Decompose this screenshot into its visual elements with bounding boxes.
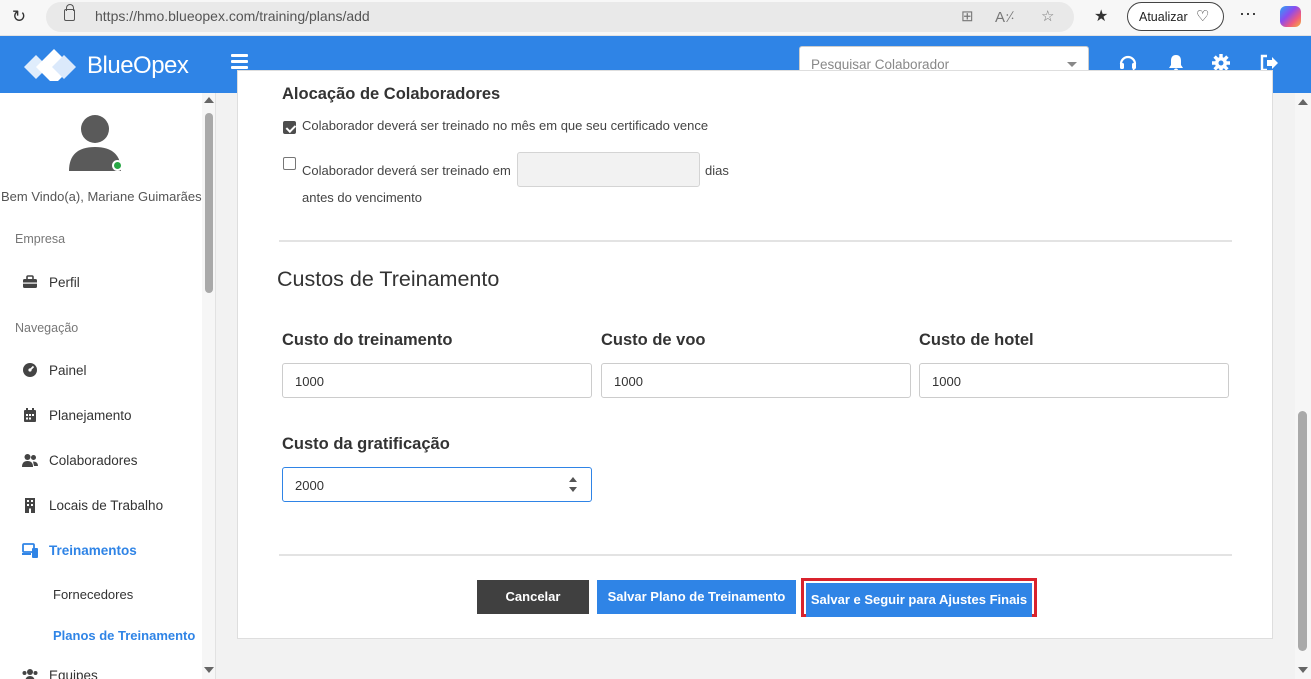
days-before-label-line2: antes do vencimento — [302, 190, 422, 205]
save-and-continue-button[interactable]: Salvar e Seguir para Ajustes Finais — [806, 583, 1032, 617]
team-icon — [22, 669, 38, 679]
address-bar[interactable]: https://hmo.blueopex.com/training/plans/… — [46, 2, 1074, 32]
scroll-up-arrow-icon[interactable] — [1298, 99, 1308, 105]
scroll-down-arrow-icon[interactable] — [1298, 667, 1308, 673]
bonus-cost-value: 2000 — [295, 478, 324, 493]
reload-icon[interactable]: ↻ — [8, 6, 30, 28]
sidebar-item-label: Planejamento — [49, 408, 132, 423]
building-icon — [25, 498, 35, 513]
cancel-button[interactable]: Cancelar — [477, 580, 589, 614]
flight-cost-input[interactable]: 1000 — [601, 363, 911, 398]
scrollbar-thumb[interactable] — [205, 113, 213, 293]
days-before-input[interactable] — [517, 152, 700, 187]
option-days-before-checkbox[interactable] — [283, 157, 296, 170]
sidebar-item-label: Painel — [49, 363, 87, 378]
app-grid-icon[interactable]: ⊞ — [961, 7, 974, 25]
scroll-down-arrow-icon[interactable] — [204, 667, 214, 673]
dashboard-icon — [23, 363, 37, 377]
sidebar-item-locais[interactable]: Locais de Trabalho — [0, 487, 202, 525]
more-menu-icon[interactable]: ⋯ — [1239, 4, 1257, 25]
update-label: Atualizar — [1139, 10, 1188, 24]
url-text: https://hmo.blueopex.com/training/plans/… — [95, 8, 370, 24]
lock-icon — [64, 4, 75, 21]
read-aloud-icon[interactable]: A⸓ — [995, 7, 1015, 27]
bonus-cost-label: Custo da gratificação — [282, 435, 450, 453]
number-spinner-icon[interactable] — [569, 476, 577, 494]
sidebar-item-label: Locais de Trabalho — [49, 498, 164, 513]
sidebar-item-planejamento[interactable]: Planejamento — [0, 397, 202, 435]
page-scrollbar[interactable] — [1295, 93, 1311, 679]
section-label-company: Empresa — [15, 232, 66, 246]
actions-divider — [279, 554, 1232, 556]
training-plan-form: Alocação de Colaboradores Colaborador de… — [237, 70, 1273, 639]
sidebar: Bem Vindo(a), Mariane Guimarães Empresa … — [0, 93, 216, 679]
chevron-down-icon — [1067, 62, 1077, 67]
sidebar-item-equipes[interactable]: Equipes — [0, 657, 202, 679]
flight-cost-label: Custo de voo — [601, 331, 706, 349]
heart-icon: ♡ — [1196, 8, 1210, 25]
favorite-star-icon[interactable]: ☆ — [1041, 7, 1054, 25]
sidebar-item-treinamentos[interactable]: Treinamentos — [0, 532, 202, 570]
days-unit-label: dias — [705, 163, 729, 178]
browser-toolbar: ↻ https://hmo.blueopex.com/training/plan… — [0, 0, 1311, 36]
sidebar-item-label: Treinamentos — [49, 543, 137, 558]
sidebar-item-painel[interactable]: Painel — [0, 352, 202, 390]
option-days-before-label: Colaborador deverá ser treinado em — [302, 163, 511, 178]
sidebar-item-label: Colaboradores — [49, 453, 138, 468]
briefcase-icon — [23, 275, 37, 288]
logo-icon — [24, 49, 76, 81]
welcome-text: Bem Vindo(a), Mariane Guimarães — [1, 189, 202, 204]
section-divider — [279, 240, 1232, 242]
sidebar-item-label: Perfil — [49, 275, 80, 290]
sidebar-scrollbar[interactable] — [202, 93, 215, 679]
users-icon — [22, 454, 38, 467]
menu-toggle-icon[interactable] — [231, 54, 248, 69]
option-month-expiry-checkbox[interactable] — [283, 121, 296, 134]
option-month-expiry-label: Colaborador deverá ser treinado no mês e… — [302, 118, 709, 133]
favorites-icon[interactable]: ★ — [1094, 6, 1108, 26]
training-cost-label: Custo do treinamento — [282, 331, 453, 349]
sidebar-item-colaboradores[interactable]: Colaboradores — [0, 442, 202, 480]
scrollbar-thumb[interactable] — [1298, 411, 1307, 651]
save-plan-button[interactable]: Salvar Plano de Treinamento — [597, 580, 796, 614]
highlight-box: Salvar e Seguir para Ajustes Finais — [801, 578, 1037, 617]
sidebar-item-label: Equipes — [49, 668, 98, 679]
hotel-cost-label: Custo de hotel — [919, 331, 1034, 349]
logo-text: BlueOpex — [87, 52, 189, 79]
bonus-cost-input[interactable]: 2000 — [282, 467, 592, 502]
calendar-icon — [24, 408, 36, 422]
allocation-title: Alocação de Colaboradores — [282, 85, 501, 103]
scroll-up-arrow-icon[interactable] — [204, 97, 214, 103]
sidebar-item-perfil[interactable]: Perfil — [0, 264, 202, 302]
sidebar-subitem-fornecedores[interactable]: Fornecedores — [53, 587, 133, 602]
costs-section-title: Custos de Treinamento — [277, 267, 500, 291]
hotel-cost-input[interactable]: 1000 — [919, 363, 1229, 398]
online-status-dot — [112, 160, 123, 171]
sidebar-subitem-planos[interactable]: Planos de Treinamento — [53, 628, 195, 643]
copilot-icon[interactable] — [1280, 6, 1301, 27]
update-button[interactable]: Atualizar ♡ — [1127, 2, 1224, 31]
devices-icon — [22, 543, 38, 558]
training-cost-input[interactable]: 1000 — [282, 363, 592, 398]
section-label-navigation: Navegação — [15, 321, 79, 335]
